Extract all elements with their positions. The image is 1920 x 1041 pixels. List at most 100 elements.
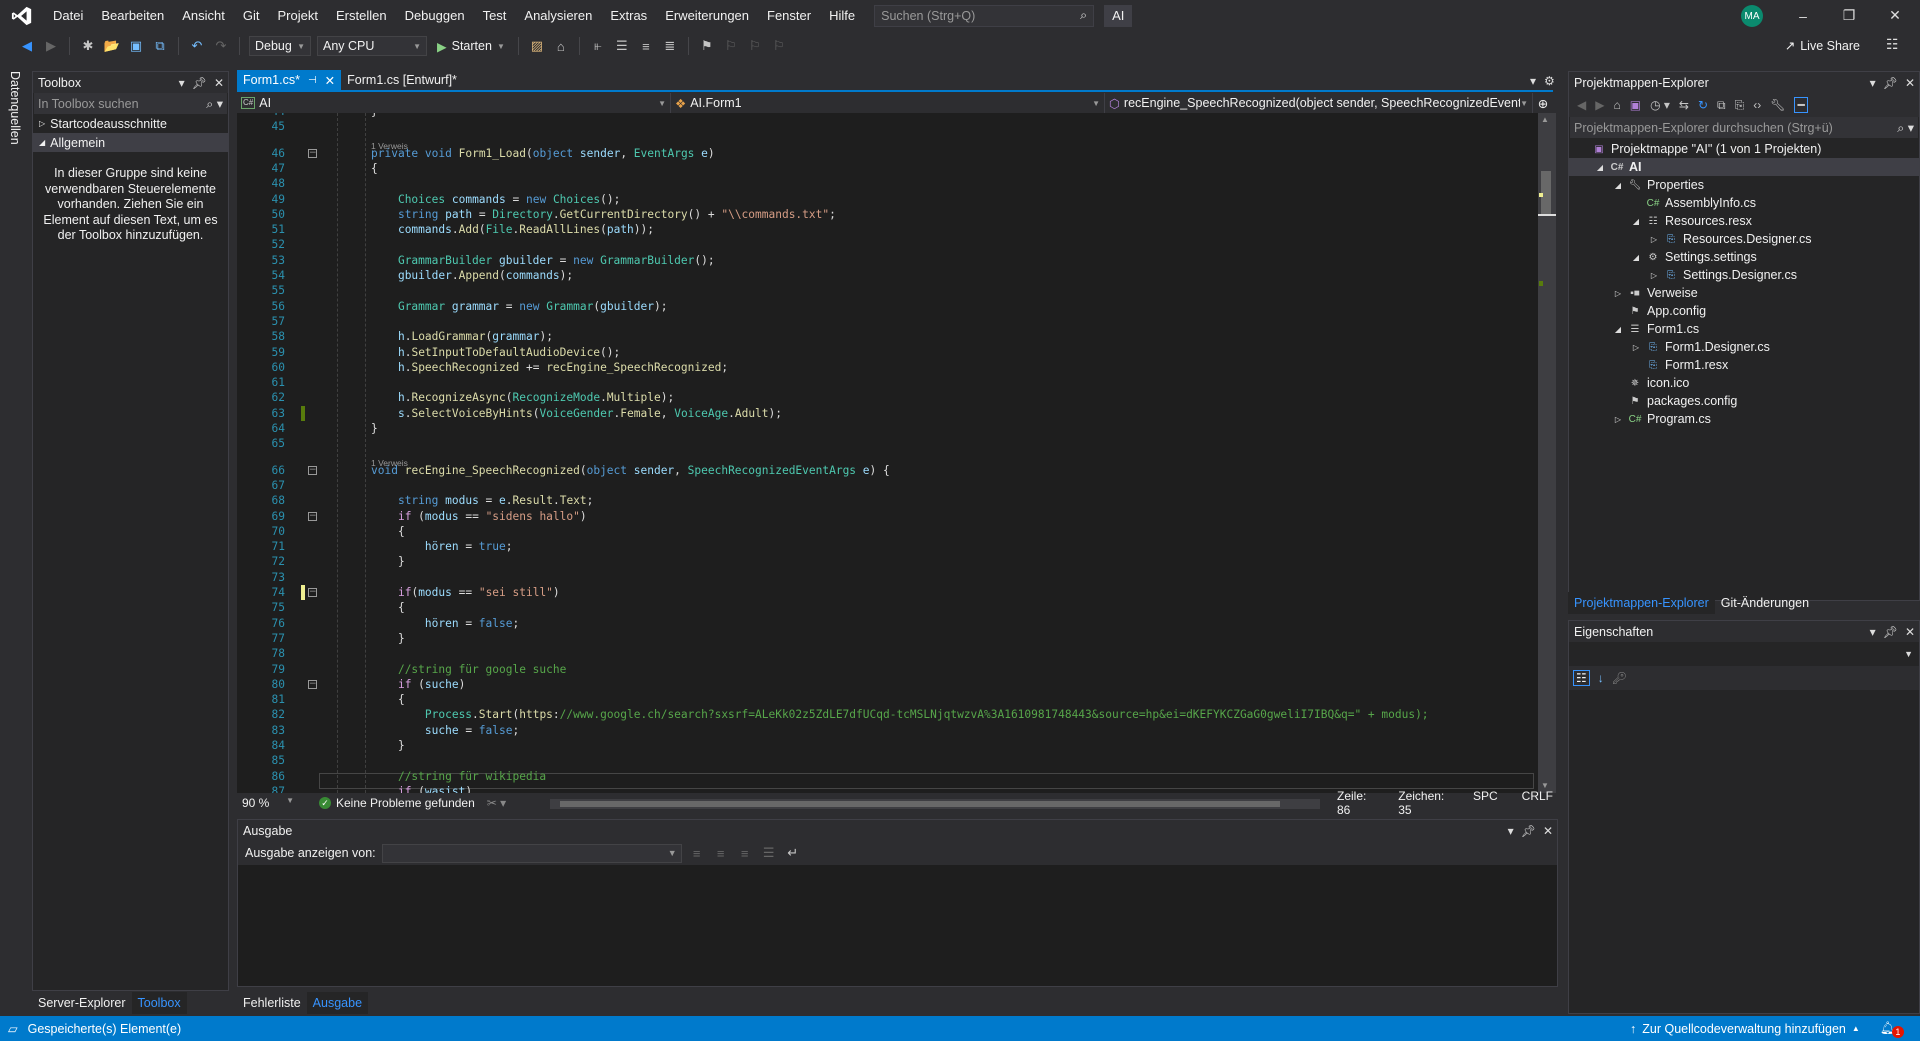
find-in-files-icon[interactable]: ▨	[528, 37, 546, 55]
step-into-icon[interactable]: ⫦	[589, 37, 607, 55]
menu-item-debuggen[interactable]: Debuggen	[396, 0, 474, 31]
feedback-icon[interactable]: ☷	[1886, 36, 1899, 53]
menu-item-datei[interactable]: Datei	[44, 0, 92, 31]
previous-bookmark-icon[interactable]: ⚐	[722, 37, 740, 55]
close-window-button[interactable]: ✕	[1872, 0, 1918, 31]
zoom-dropdown[interactable]: 90 % ▼	[237, 796, 299, 810]
code-cleanup-icon[interactable]: ✂ ▾	[487, 796, 506, 810]
collapse-region-icon[interactable]: −	[308, 679, 317, 689]
toolbox-search-input[interactable]: In Toolbox suchen ⌕ ▾	[34, 93, 227, 114]
menu-item-test[interactable]: Test	[474, 0, 516, 31]
close-icon[interactable]: ✕	[1905, 76, 1915, 90]
close-tab-icon[interactable]: ✕	[325, 73, 335, 88]
whitespace-mode[interactable]: SPC	[1473, 789, 1498, 817]
go-to-line-icon[interactable]: ≡	[688, 844, 706, 862]
close-icon[interactable]: ✕	[1543, 824, 1553, 838]
navigate-forward-icon[interactable]: ▶	[42, 37, 60, 55]
tree-item[interactable]: ◢ ☰ Form1.cs	[1569, 320, 1919, 338]
object-selector-dropdown[interactable]: ▼	[1569, 642, 1919, 666]
toolbox-group-allgemein[interactable]: ◢ Allgemein	[33, 133, 228, 152]
class-dropdown[interactable]: ❖ AI.Form1 ▼	[671, 93, 1105, 113]
tree-item[interactable]: ⚑ packages.config	[1569, 392, 1919, 410]
toolbox-group-startcode[interactable]: ▷ Startcodeausschnitte	[33, 114, 228, 133]
tab-git-changes[interactable]: Git-Änderungen	[1715, 592, 1815, 614]
new-project-icon[interactable]: ✱	[79, 37, 97, 55]
save-icon[interactable]: ▣	[127, 37, 145, 55]
collapsed-arrow-icon[interactable]: ▷	[1613, 289, 1623, 298]
settings-gear-icon[interactable]: ⚙	[1544, 74, 1555, 88]
close-icon[interactable]: ✕	[1905, 625, 1915, 639]
expanded-arrow-icon[interactable]: ◢	[1595, 163, 1605, 172]
sync-icon[interactable]: ⇆	[1679, 98, 1689, 112]
menu-item-ansicht[interactable]: Ansicht	[173, 0, 234, 31]
comment-lines-icon[interactable]: ≡	[637, 37, 655, 55]
categorized-icon[interactable]: ☷	[1573, 670, 1590, 686]
expanded-arrow-icon[interactable]: ◢	[1613, 181, 1623, 190]
tab-list-dropdown-icon[interactable]: ▾	[1530, 74, 1536, 88]
solution-explorer-search-input[interactable]: Projektmappen-Explorer durchsuchen (Strg…	[1570, 117, 1918, 138]
window-position-dropdown-icon[interactable]: ▾	[1870, 76, 1876, 90]
platform-dropdown[interactable]: Any CPU ▼	[317, 36, 427, 56]
collapse-region-icon[interactable]: −	[308, 148, 317, 158]
collapsed-arrow-icon[interactable]: ▷	[1649, 235, 1659, 244]
tree-item[interactable]: ◢ C# AI	[1569, 158, 1919, 176]
menu-item-fenster[interactable]: Fenster	[758, 0, 820, 31]
scroll-up-icon[interactable]: ▲	[1541, 115, 1549, 124]
pin-icon[interactable]: 📌︎	[1521, 824, 1536, 838]
tree-item[interactable]: ▷ C# Program.cs	[1569, 410, 1919, 428]
collapse-region-icon[interactable]: −	[308, 465, 317, 475]
collapsed-arrow-icon[interactable]: ▷	[1613, 415, 1623, 424]
redo-icon[interactable]: ↷	[212, 37, 230, 55]
split-editor-icon[interactable]: ⊕	[1533, 93, 1553, 113]
line-ending[interactable]: CRLF	[1522, 789, 1553, 817]
pin-icon[interactable]: 📌︎	[1883, 625, 1898, 639]
tree-item[interactable]: ▷ ▪■ Verweise	[1569, 284, 1919, 302]
tab-output[interactable]: Ausgabe	[306, 992, 369, 1014]
window-position-dropdown-icon[interactable]: ▾	[179, 76, 185, 90]
next-message-icon[interactable]: ≡	[736, 844, 754, 862]
collapsed-arrow-icon[interactable]: ▷	[1649, 271, 1659, 280]
next-bookmark-icon[interactable]: ⚐	[746, 37, 764, 55]
tree-item[interactable]: ✵ icon.ico	[1569, 374, 1919, 392]
tab-form1-cs[interactable]: Form1.cs* ⊣ ✕	[237, 70, 342, 90]
view-code-icon[interactable]: ‹›	[1753, 98, 1761, 112]
expanded-arrow-icon[interactable]: ◢	[1631, 253, 1641, 262]
tab-error-list[interactable]: Fehlerliste	[237, 992, 307, 1014]
menu-item-analysieren[interactable]: Analysieren	[515, 0, 601, 31]
window-position-dropdown-icon[interactable]: ▾	[1508, 824, 1514, 838]
clear-bookmarks-icon[interactable]: ⚐	[770, 37, 788, 55]
output-source-dropdown[interactable]: ▼	[381, 843, 682, 863]
word-wrap-icon[interactable]: ↵	[784, 844, 802, 862]
tree-item[interactable]: ▷ ⎘ Settings.Designer.cs	[1569, 266, 1919, 284]
property-pages-icon[interactable]: 🔑︎	[1612, 671, 1627, 685]
global-search-input[interactable]: Suchen (Strg+Q) ⌕	[874, 4, 1095, 27]
navigate-back-icon[interactable]: ◀	[18, 37, 36, 55]
menu-item-extras[interactable]: Extras	[601, 0, 656, 31]
code-editor[interactable]: 44}451 Verweis46−private void Form1_Load…	[237, 113, 1538, 793]
tree-item[interactable]: ⎘ Form1.resx	[1569, 356, 1919, 374]
collapse-region-icon[interactable]: −	[308, 511, 317, 521]
step-over-icon[interactable]: ☰	[613, 37, 631, 55]
previous-message-icon[interactable]: ≡	[712, 844, 730, 862]
switch-views-icon[interactable]: ▣	[1630, 98, 1641, 112]
tree-item[interactable]: ◢ 🔧︎ Properties	[1569, 176, 1919, 194]
menu-item-hilfe[interactable]: Hilfe	[820, 0, 864, 31]
show-all-files-icon[interactable]: ⎘	[1735, 98, 1745, 113]
menu-item-git[interactable]: Git	[234, 0, 269, 31]
vertical-scrollbar[interactable]: ▲ ▼	[1538, 113, 1556, 793]
tree-item[interactable]: ▷ ⎘ Resources.Designer.cs	[1569, 230, 1919, 248]
minimize-button[interactable]: –	[1780, 0, 1826, 31]
configuration-dropdown[interactable]: Debug ▼	[249, 36, 311, 56]
live-share-button[interactable]: ↗ Live Share	[1785, 38, 1860, 54]
menu-item-projekt[interactable]: Projekt	[269, 0, 327, 31]
undo-icon[interactable]: ↶	[188, 37, 206, 55]
bookmark-icon[interactable]: ⚑	[698, 37, 716, 55]
member-dropdown[interactable]: ⬡ recEngine_SpeechRecognized(object sende…	[1105, 93, 1533, 113]
horizontal-scrollbar[interactable]	[550, 799, 1320, 809]
preview-selected-icon[interactable]: ━	[1794, 97, 1808, 113]
issues-indicator[interactable]: ✓ Keine Probleme gefunden	[319, 796, 475, 810]
browser-link-icon[interactable]: ⌂	[552, 37, 570, 55]
home-icon[interactable]: ⌂	[1613, 98, 1620, 112]
menu-item-erstellen[interactable]: Erstellen	[327, 0, 396, 31]
tab-server-explorer[interactable]: Server-Explorer	[32, 992, 132, 1014]
